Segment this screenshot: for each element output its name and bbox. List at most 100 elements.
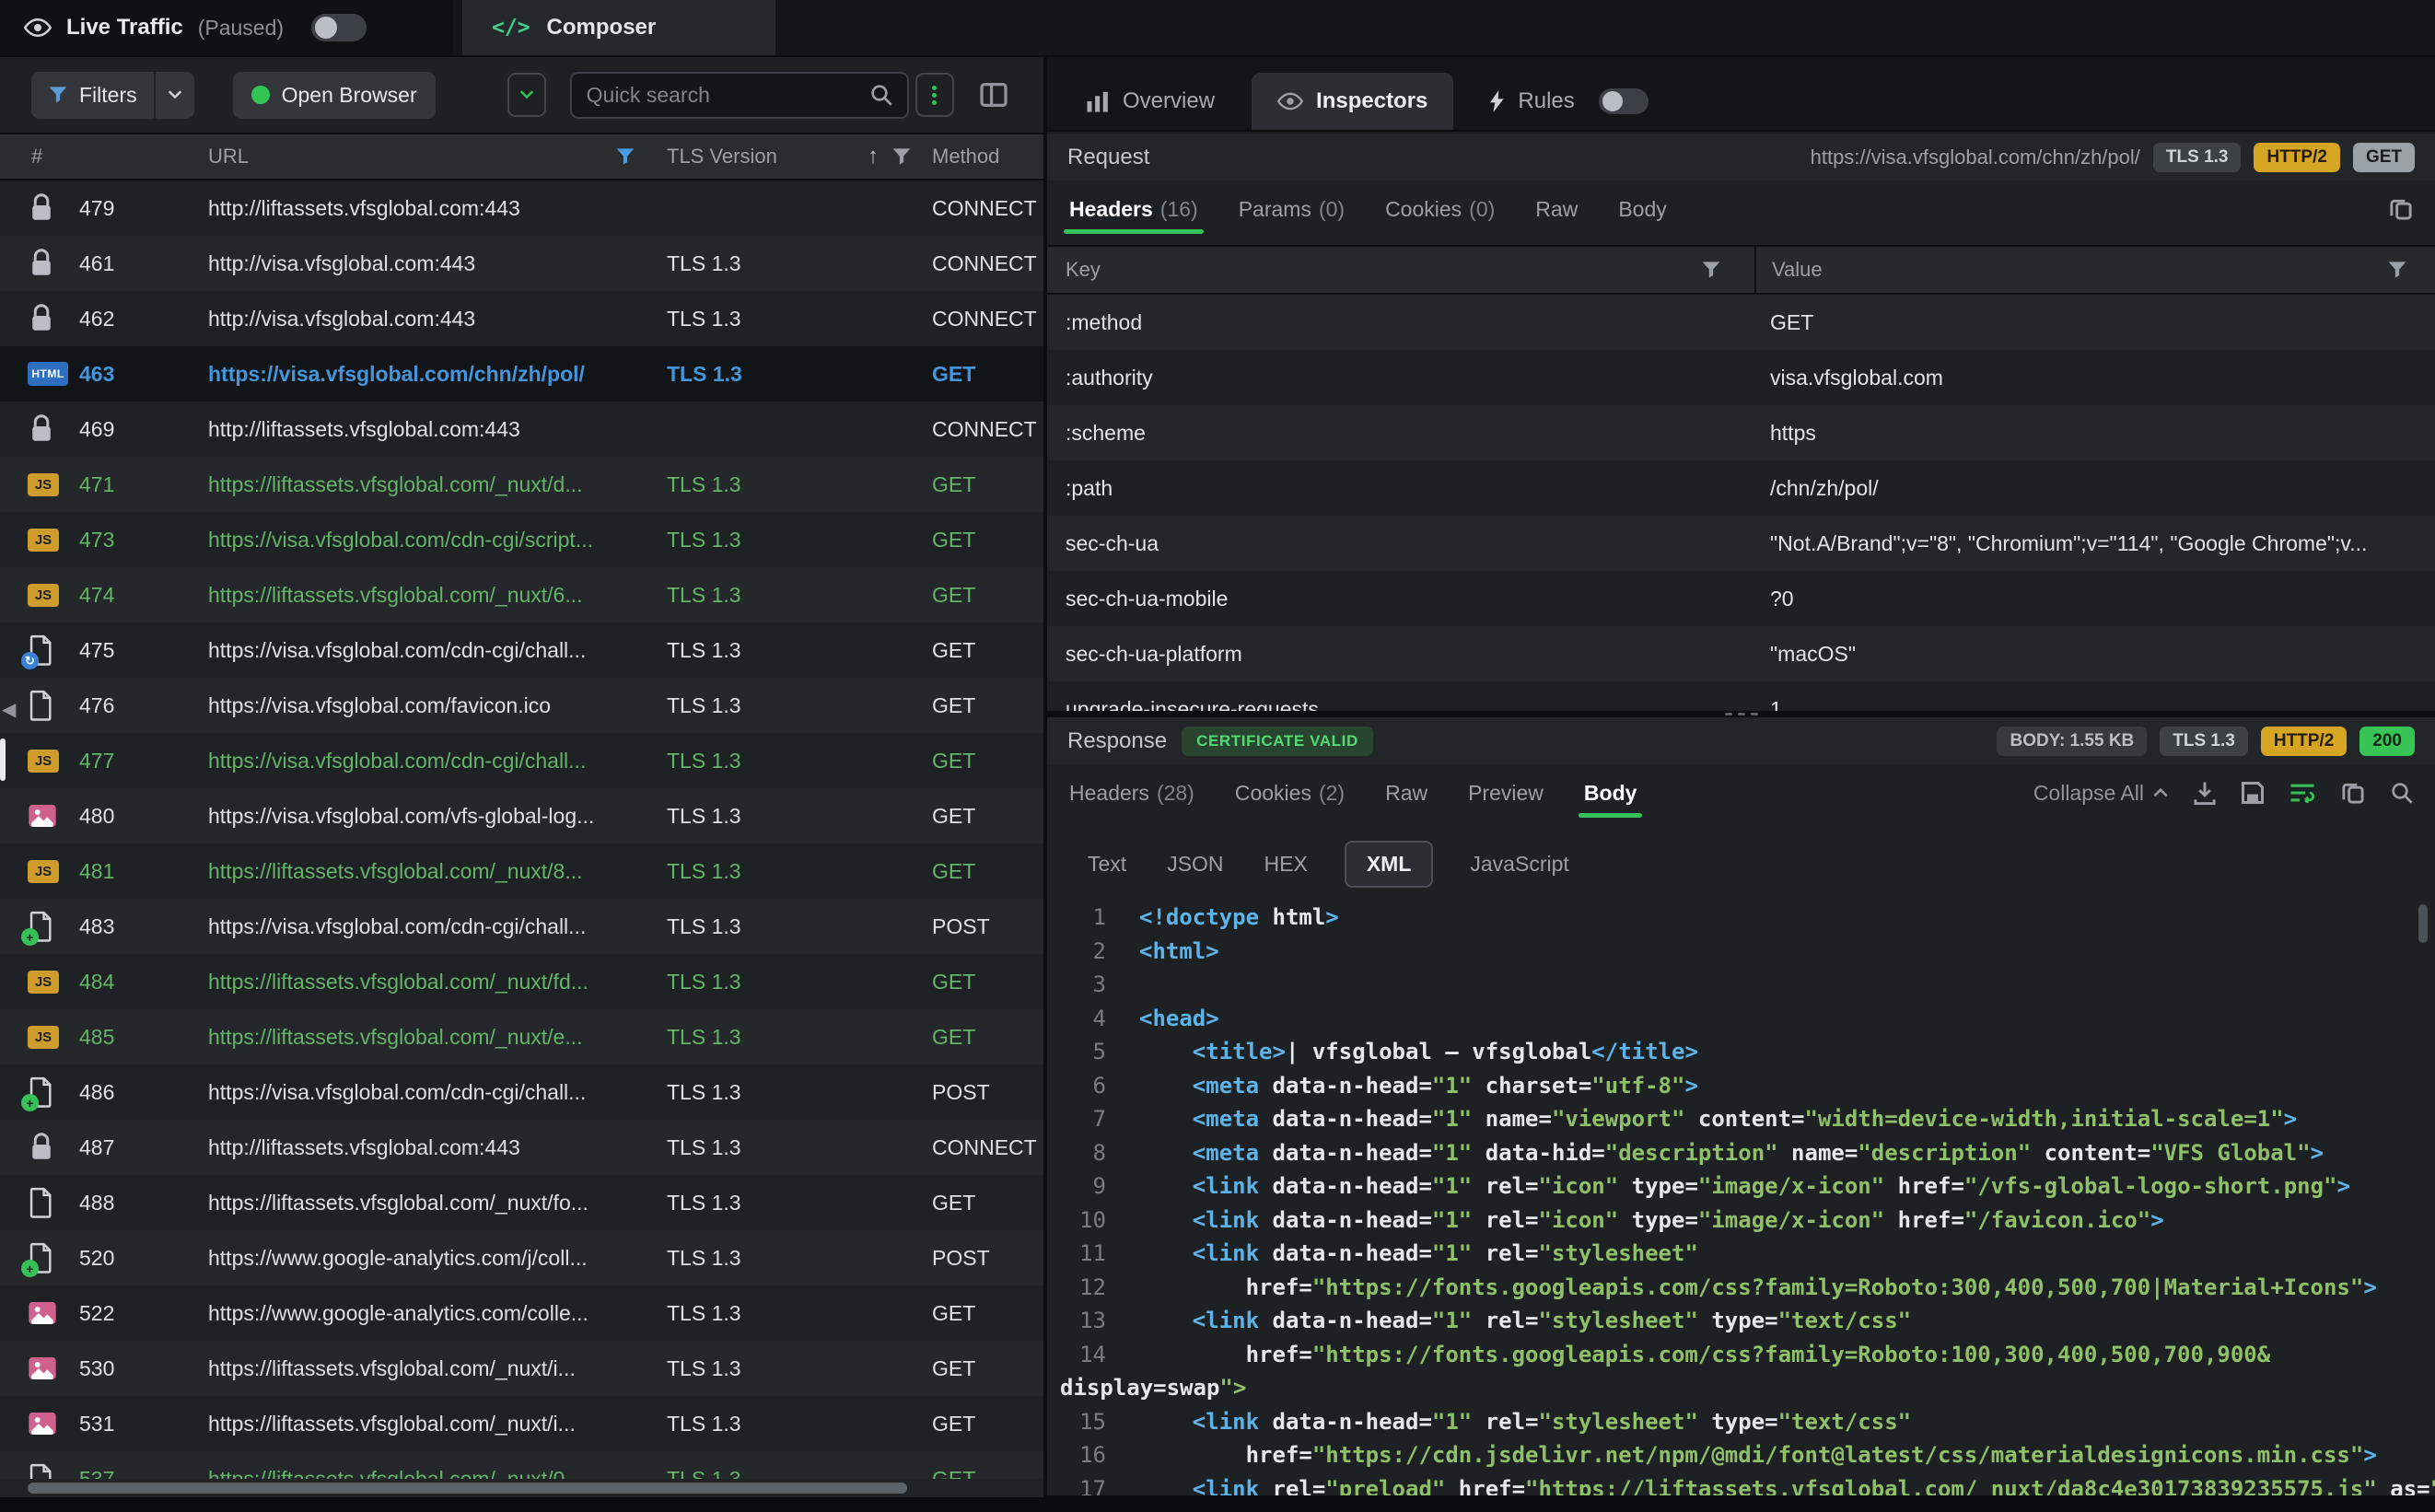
more-options-button[interactable] bbox=[915, 73, 954, 117]
filters-button[interactable]: Filters bbox=[31, 72, 194, 119]
header-row[interactable]: :path/chn/zh/pol/ bbox=[1047, 460, 2435, 516]
url-filter-icon[interactable] bbox=[615, 147, 635, 166]
open-browser-label: Open Browser bbox=[282, 83, 417, 108]
format-tab-hex[interactable]: HEX bbox=[1261, 843, 1311, 886]
layout-toggle-icon[interactable] bbox=[980, 83, 1008, 107]
value-filter-icon[interactable] bbox=[2387, 261, 2407, 279]
column-tls-version[interactable]: TLS Version ↑ bbox=[659, 144, 932, 169]
request-tabs: Headers(16) Params(0) Cookies(0) Raw Body bbox=[1047, 180, 2435, 238]
response-body-code[interactable]: 1<!doctype html>2<html>34<head>5 <title>… bbox=[1047, 901, 2435, 1495]
request-tab-raw[interactable]: Raw bbox=[1535, 180, 1578, 238]
open-browser-button[interactable]: Open Browser bbox=[233, 72, 436, 119]
request-method: CONNECT bbox=[932, 251, 1043, 276]
tab-overview[interactable]: Overview bbox=[1060, 73, 1241, 130]
traffic-row[interactable]: 531https://liftassets.vfsglobal.com/_nux… bbox=[0, 1396, 1043, 1451]
column-method[interactable]: Method bbox=[932, 145, 1043, 169]
request-tab-params[interactable]: Params(0) bbox=[1239, 180, 1345, 238]
column-number[interactable]: # bbox=[31, 145, 182, 169]
key-filter-icon[interactable] bbox=[1701, 261, 1721, 279]
header-row[interactable]: sec-ch-ua-platform"macOS" bbox=[1047, 626, 2435, 681]
header-row[interactable]: sec-ch-ua-mobile?0 bbox=[1047, 571, 2435, 626]
traffic-row[interactable]: JS477https://visa.vfsglobal.com/cdn-cgi/… bbox=[0, 733, 1043, 788]
traffic-row[interactable]: JS474https://liftassets.vfsglobal.com/_n… bbox=[0, 567, 1043, 622]
rules-toggle[interactable] bbox=[1599, 88, 1649, 114]
header-row[interactable]: upgrade-insecure-requests1 bbox=[1047, 681, 2435, 711]
collapse-all-button[interactable]: Collapse All bbox=[2033, 781, 2168, 806]
status-code-badge: 200 bbox=[2359, 727, 2415, 756]
copy-icon[interactable] bbox=[2389, 197, 2413, 221]
save-file-icon[interactable] bbox=[2242, 782, 2264, 804]
scrollbar-thumb[interactable] bbox=[28, 1483, 907, 1494]
eye-icon bbox=[24, 17, 52, 38]
traffic-row[interactable]: 522https://www.google-analytics.com/coll… bbox=[0, 1285, 1043, 1341]
filters-dropdown-arrow[interactable] bbox=[156, 72, 194, 119]
request-tab-body[interactable]: Body bbox=[1618, 180, 1666, 238]
tab-composer[interactable]: </> Composer bbox=[462, 0, 775, 55]
header-key: :scheme bbox=[1047, 421, 1754, 446]
tab-live-traffic[interactable]: Live Traffic (Paused) bbox=[0, 0, 453, 55]
request-url: http://liftassets.vfsglobal.com:443 bbox=[182, 196, 659, 221]
response-tab-body[interactable]: Body bbox=[1584, 764, 1637, 821]
request-id: 475 bbox=[79, 638, 182, 663]
header-row[interactable]: :schemehttps bbox=[1047, 405, 2435, 460]
response-tab-headers[interactable]: Headers(28) bbox=[1069, 764, 1194, 821]
traffic-row[interactable]: +520https://www.google-analytics.com/j/c… bbox=[0, 1230, 1043, 1285]
search-body-icon[interactable] bbox=[2391, 782, 2413, 804]
response-tab-raw[interactable]: Raw bbox=[1385, 764, 1427, 821]
line-number: 7 bbox=[1060, 1102, 1106, 1136]
column-url[interactable]: URL bbox=[182, 145, 659, 169]
panel-divider[interactable] bbox=[1043, 57, 1047, 1512]
tab-rules[interactable]: Rules bbox=[1464, 73, 1673, 130]
traffic-row[interactable]: JS481https://liftassets.vfsglobal.com/_n… bbox=[0, 843, 1043, 899]
horizontal-scrollbar[interactable] bbox=[0, 1479, 1043, 1497]
traffic-row[interactable]: 469http://liftassets.vfsglobal.com:443CO… bbox=[0, 401, 1043, 457]
format-tab-text[interactable]: Text bbox=[1084, 843, 1130, 886]
traffic-row[interactable]: 480https://visa.vfsglobal.com/vfs-global… bbox=[0, 788, 1043, 843]
inspector-panel: Overview Inspectors Rules bbox=[1047, 57, 2435, 1512]
header-row[interactable]: :methodGET bbox=[1047, 295, 2435, 350]
traffic-row[interactable]: 479http://liftassets.vfsglobal.com:443CO… bbox=[0, 180, 1043, 236]
traffic-row[interactable]: ↻475https://visa.vfsglobal.com/cdn-cgi/c… bbox=[0, 622, 1043, 678]
traffic-row[interactable]: JS484https://liftassets.vfsglobal.com/_n… bbox=[0, 954, 1043, 1009]
request-tab-cookies[interactable]: Cookies(0) bbox=[1385, 180, 1495, 238]
bottom-strip bbox=[0, 1495, 2435, 1512]
collapse-panel-icon[interactable]: ◀ bbox=[2, 698, 16, 721]
traffic-row[interactable]: 487http://liftassets.vfsglobal.com:443TL… bbox=[0, 1120, 1043, 1175]
body-size-badge: BODY: 1.55 KB bbox=[1997, 727, 2147, 756]
response-tab-preview[interactable]: Preview bbox=[1468, 764, 1544, 821]
quick-search-box bbox=[570, 72, 909, 119]
traffic-row[interactable]: 462http://visa.vfsglobal.com:443TLS 1.3C… bbox=[0, 291, 1043, 346]
format-tab-xml[interactable]: XML bbox=[1345, 841, 1434, 888]
tls-filter-icon[interactable] bbox=[891, 147, 912, 166]
traffic-row[interactable]: 461http://visa.vfsglobal.com:443TLS 1.3C… bbox=[0, 236, 1043, 291]
traffic-row[interactable]: JS473https://visa.vfsglobal.com/cdn-cgi/… bbox=[0, 512, 1043, 567]
copy-icon[interactable] bbox=[2341, 781, 2365, 805]
code-scrollbar[interactable] bbox=[2418, 904, 2428, 943]
browser-options-dropdown[interactable] bbox=[507, 73, 546, 117]
key-column-header[interactable]: Key bbox=[1047, 247, 1754, 293]
header-row[interactable]: sec-ch-ua"Not.A/Brand";v="8", "Chromium"… bbox=[1047, 516, 2435, 571]
traffic-row[interactable]: 476https://visa.vfsglobal.com/favicon.ic… bbox=[0, 678, 1043, 733]
traffic-row[interactable]: 488https://liftassets.vfsglobal.com/_nux… bbox=[0, 1175, 1043, 1230]
response-tab-cookies[interactable]: Cookies(2) bbox=[1235, 764, 1345, 821]
traffic-row[interactable]: JS485https://liftassets.vfsglobal.com/_n… bbox=[0, 1009, 1043, 1064]
traffic-row[interactable]: JS471https://liftassets.vfsglobal.com/_n… bbox=[0, 457, 1043, 512]
traffic-row[interactable]: +483https://visa.vfsglobal.com/cdn-cgi/c… bbox=[0, 899, 1043, 954]
search-input[interactable] bbox=[587, 83, 863, 108]
format-tab-javascript[interactable]: JavaScript bbox=[1466, 843, 1572, 886]
document-post-icon: + bbox=[28, 1242, 79, 1274]
section-splitter[interactable] bbox=[1047, 711, 2435, 717]
traffic-row[interactable]: HTML463https://visa.vfsglobal.com/chn/zh… bbox=[0, 346, 1043, 401]
request-tab-headers[interactable]: Headers(16) bbox=[1069, 180, 1198, 238]
header-value: https bbox=[1754, 421, 2435, 446]
tab-inspectors[interactable]: Inspectors bbox=[1252, 73, 1453, 130]
live-traffic-toggle[interactable] bbox=[311, 14, 367, 41]
value-column-header[interactable]: Value bbox=[1754, 247, 2435, 293]
save-body-icon[interactable] bbox=[2194, 781, 2216, 805]
format-tab-json[interactable]: JSON bbox=[1163, 843, 1227, 886]
traffic-row[interactable]: +486https://visa.vfsglobal.com/cdn-cgi/c… bbox=[0, 1064, 1043, 1120]
sort-ascending-icon[interactable]: ↑ bbox=[868, 144, 879, 169]
traffic-row[interactable]: 530https://liftassets.vfsglobal.com/_nux… bbox=[0, 1341, 1043, 1396]
wrap-text-icon[interactable] bbox=[2289, 783, 2315, 803]
header-row[interactable]: :authorityvisa.vfsglobal.com bbox=[1047, 350, 2435, 405]
